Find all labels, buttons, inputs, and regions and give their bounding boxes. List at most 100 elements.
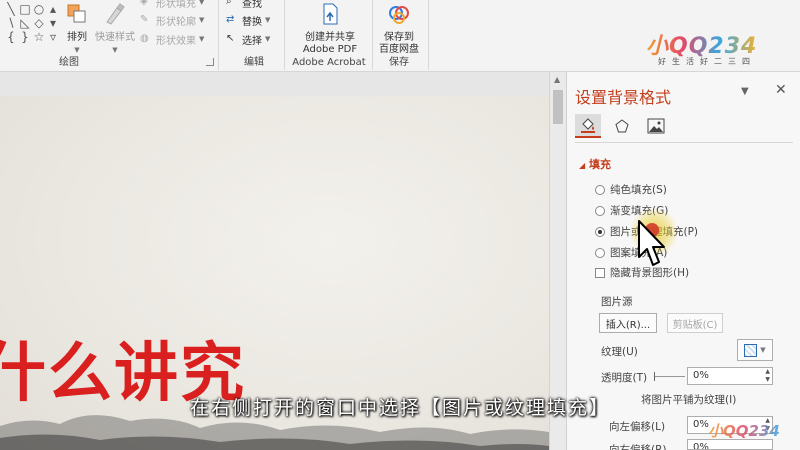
create-share-label: 创建并共享 <box>305 32 355 43</box>
shape-diamond-icon[interactable]: ◇ <box>32 16 46 30</box>
pane-close-icon[interactable]: ✕ <box>775 82 787 98</box>
radio-gradient-fill[interactable] <box>595 205 605 216</box>
shape-effects-icon: ◍ <box>140 32 149 44</box>
divider <box>284 0 285 70</box>
baidu-netdisk-icon <box>389 6 409 24</box>
shape-effects-button[interactable]: ◍ 形状效果 ▼ <box>140 31 204 47</box>
shape-brace-icon[interactable]: { <box>4 30 18 44</box>
arrange-button[interactable]: 排列 ▼ <box>62 2 92 56</box>
picture-source-label: 图片源 <box>601 296 633 308</box>
offset-left-value: 0% <box>693 419 709 430</box>
shape-rtriangle-icon[interactable]: ◺ <box>18 16 32 30</box>
quick-styles-icon <box>106 3 125 25</box>
editing-group-label: 编辑 <box>244 57 264 68</box>
scrollbar-thumb[interactable] <box>553 90 563 124</box>
shape-fill-label: 形状填充 <box>156 0 196 10</box>
find-label: 查找 <box>242 0 262 10</box>
paint-bucket-icon <box>581 118 595 133</box>
texture-chevron-icon: ▼ <box>760 346 766 354</box>
shape-square-icon[interactable]: □ <box>18 2 32 16</box>
shape-curve-icon[interactable]: ∖ <box>4 16 18 30</box>
spin-arrows-icon[interactable]: ▲▼ <box>765 368 770 384</box>
pane-options-chevron-icon[interactable]: ▼ <box>741 86 749 97</box>
shape-outline-label: 形状轮廓 <box>156 16 196 28</box>
replace-label: 替换 <box>242 16 262 28</box>
quick-styles-label: 快速样式 <box>95 32 135 43</box>
picture-icon <box>647 118 665 134</box>
find-button[interactable]: ⌕ 查找 <box>226 0 262 10</box>
divider <box>575 142 793 143</box>
collapse-triangle-icon: ◢ <box>579 161 586 170</box>
transparency-label: 透明度(T) <box>601 372 648 384</box>
radio-pattern-fill[interactable] <box>595 247 605 258</box>
drawing-group-label: 绘图 <box>59 57 79 68</box>
logo-subtext: 好生活好二三四 <box>658 57 756 66</box>
scroll-up-icon[interactable]: ▲ <box>554 75 560 84</box>
insert-picture-button[interactable]: 插入(R)... <box>599 313 657 333</box>
pane-title: 设置背景格式 <box>575 88 672 107</box>
tab-picture[interactable] <box>643 114 669 138</box>
replace-button[interactable]: ⇄ 替换 ▼ <box>226 12 270 28</box>
divider <box>428 0 429 70</box>
shapes-gallery[interactable]: ╲ □ ○ ▴ ∖ ◺ ◇ ▾ {} ☆ ▿ <box>4 2 62 50</box>
transparency-value: 0% <box>693 370 709 381</box>
pentagon-effects-icon <box>615 119 629 133</box>
offset-right-label: 向右偏移(R) <box>609 444 667 450</box>
shape-more-icon[interactable]: ▴ <box>46 2 60 16</box>
video-subtitle: 在右侧打开的窗口中选择【图片或纹理填充】 <box>189 397 610 419</box>
search-icon: ⌕ <box>226 0 232 7</box>
texture-picker[interactable]: ▼ <box>737 339 773 361</box>
shape-expand-icon[interactable]: ▿ <box>46 30 60 44</box>
site-logo: 小QQ234 好生活好二三四 <box>646 28 776 72</box>
drawing-dialog-launcher-icon[interactable] <box>206 58 214 66</box>
create-share-label2: Adobe PDF <box>302 44 358 55</box>
arrange-label: 排列 <box>67 32 87 43</box>
replace-chevron-icon: ▼ <box>265 16 271 24</box>
fill-section-header[interactable]: ◢ 填充 <box>579 156 611 172</box>
save-to-label: 保存到 <box>384 32 414 43</box>
cursor-select-icon: ↖ <box>226 32 235 44</box>
shape-outline-button[interactable]: ✎ 形状轮廓 ▼ <box>140 12 204 28</box>
shape-effects-label: 形状效果 <box>156 35 196 47</box>
select-chevron-icon: ▼ <box>265 35 271 43</box>
hide-background-graphics-checkbox[interactable] <box>595 267 605 278</box>
pen-outline-icon: ✎ <box>140 13 149 25</box>
mouse-pointer-icon <box>638 220 665 266</box>
option-solid-fill[interactable]: 纯色填充(S) <box>595 182 667 197</box>
shape-brace-close-icon[interactable]: } <box>18 30 32 44</box>
arrange-icon <box>67 4 86 23</box>
radio-picture-texture-fill[interactable] <box>595 226 605 237</box>
save-group-label: 保存 <box>389 57 409 68</box>
offset-right-value: 0% <box>693 442 709 450</box>
texture-label: 纹理(U) <box>601 346 638 358</box>
paint-bucket-icon: ◈ <box>140 0 148 7</box>
transparency-input[interactable]: 0% ▲ ▼ <box>687 367 773 385</box>
tab-fill[interactable] <box>575 114 601 138</box>
shape-scroll-icon[interactable]: ▾ <box>46 16 60 30</box>
tab-effects[interactable] <box>609 114 635 138</box>
create-share-pdf-button[interactable]: 创建并共享 Adobe PDF <box>294 2 366 56</box>
option-solid-fill-label: 纯色填充(S) <box>610 184 667 196</box>
radio-solid-fill[interactable] <box>595 184 605 195</box>
pdf-share-icon <box>323 3 338 25</box>
quick-styles-button[interactable]: 快速样式 ▼ <box>94 2 136 56</box>
divider <box>372 0 373 70</box>
shape-line-icon[interactable]: ╲ <box>4 2 18 16</box>
fill-section-label: 填充 <box>589 158 611 171</box>
shape-outline-chevron-icon: ▼ <box>199 16 205 24</box>
offset-left-label: 向左偏移(L) <box>609 421 666 433</box>
select-label: 选择 <box>242 35 262 47</box>
divider <box>218 0 219 70</box>
shape-star-icon[interactable]: ☆ <box>32 30 46 44</box>
shape-circle-icon[interactable]: ○ <box>32 2 46 16</box>
shape-fill-button[interactable]: ◈ 形状填充 ▼ <box>140 0 204 10</box>
clipboard-button[interactable]: 剪贴板(C) <box>667 313 723 333</box>
save-to-baidu-button[interactable]: 保存到 百度网盘 <box>376 2 422 56</box>
texture-swatch-icon <box>744 343 758 357</box>
replace-icon: ⇄ <box>226 13 235 25</box>
select-button[interactable]: ↖ 选择 ▼ <box>226 31 270 47</box>
acrobat-group-label: Adobe Acrobat <box>292 57 366 68</box>
corner-watermark: 小QQ234 <box>708 422 780 440</box>
shape-effects-chevron-icon: ▼ <box>199 35 205 43</box>
transparency-slider[interactable] <box>654 372 685 381</box>
